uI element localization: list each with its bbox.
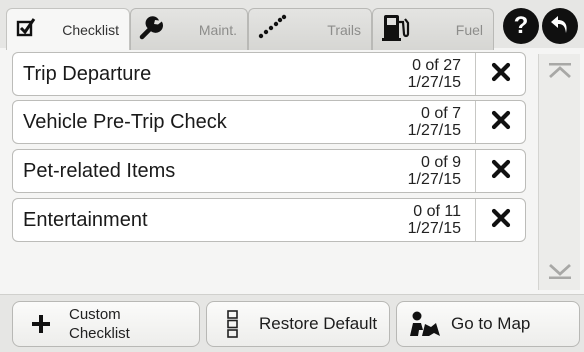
- go-to-map-label: Go to Map: [451, 314, 531, 333]
- checklist-date: 1/27/15: [407, 171, 461, 188]
- fuel-pump-icon: [381, 12, 411, 47]
- checklist-title: Trip Departure: [23, 62, 152, 85]
- checklist-date: 1/27/15: [407, 220, 461, 237]
- map-person-icon: [407, 310, 443, 338]
- checklist-meta: 0 of 7 1/27/15: [403, 105, 475, 139]
- checklist-row[interactable]: Pet-related Items 0 of 9 1/27/15: [12, 149, 526, 193]
- tab-maint[interactable]: Maint.: [130, 8, 248, 50]
- checklist-progress: 0 of 7: [420, 105, 461, 122]
- tab-label: Trails: [327, 21, 361, 38]
- checklist-meta: 0 of 9 1/27/15: [403, 154, 475, 188]
- checklist-title: Vehicle Pre-Trip Check: [23, 110, 227, 133]
- custom-label-line1: Custom: [69, 306, 121, 323]
- checklist-meta: 0 of 27 1/27/15: [403, 57, 475, 91]
- trail-dots-icon: [257, 14, 287, 45]
- back-button[interactable]: [542, 8, 578, 44]
- checkbox-icon: [15, 16, 37, 43]
- scroll-up-button[interactable]: [545, 60, 575, 86]
- scroll-top-icon: [547, 61, 573, 86]
- help-button[interactable]: ?: [503, 8, 539, 44]
- close-icon: [491, 159, 511, 184]
- tab-checklist[interactable]: Checklist: [6, 8, 130, 50]
- checklist-title: Entertainment: [23, 208, 148, 231]
- tab-label: Fuel: [455, 21, 483, 38]
- checklist-title: Pet-related Items: [23, 159, 176, 182]
- help-label: ?: [513, 12, 529, 39]
- back-arrow-icon: [549, 13, 571, 40]
- delete-button[interactable]: [475, 53, 525, 95]
- scroll-down-button[interactable]: [545, 260, 575, 286]
- delete-button[interactable]: [475, 199, 525, 241]
- scrollbar[interactable]: [538, 54, 580, 290]
- checklist-date: 1/27/15: [407, 122, 461, 139]
- list-restore-icon: [215, 309, 251, 339]
- go-to-map-button[interactable]: Go to Map: [396, 301, 580, 347]
- custom-label-line2: Checklist: [69, 325, 130, 342]
- close-icon: [491, 110, 511, 135]
- custom-checklist-button[interactable]: Custom Checklist: [12, 301, 200, 347]
- close-icon: [491, 208, 511, 233]
- delete-button[interactable]: [475, 150, 525, 192]
- checklist-row[interactable]: Vehicle Pre-Trip Check 0 of 7 1/27/15: [12, 100, 526, 144]
- custom-checklist-label: Custom Checklist: [69, 305, 130, 343]
- tab-trails[interactable]: Trails: [248, 8, 372, 50]
- plus-icon: [23, 313, 59, 335]
- checklist-meta: 0 of 11 1/27/15: [403, 203, 475, 237]
- tab-label: Maint.: [198, 21, 237, 38]
- restore-default-label: Restore Default: [259, 314, 378, 333]
- tab-bar: Checklist Maint. Trails Fuel ?: [0, 0, 584, 50]
- restore-default-button[interactable]: Restore Default: [206, 301, 390, 347]
- bottom-toolbar: Custom Checklist Restore Default Go to M…: [0, 294, 584, 352]
- scroll-bottom-icon: [547, 261, 573, 286]
- checklist-progress: 0 of 27: [412, 57, 461, 74]
- tab-label: Checklist: [62, 21, 119, 38]
- wrench-icon: [139, 14, 165, 45]
- tab-fuel[interactable]: Fuel: [372, 8, 494, 50]
- delete-button[interactable]: [475, 101, 525, 143]
- checklist-row[interactable]: Trip Departure 0 of 27 1/27/15: [12, 52, 526, 96]
- checklist-date: 1/27/15: [407, 74, 461, 91]
- checklist-row[interactable]: Entertainment 0 of 11 1/27/15: [12, 198, 526, 242]
- close-icon: [491, 62, 511, 87]
- checklist-progress: 0 of 9: [420, 154, 461, 171]
- checklist-progress: 0 of 11: [413, 203, 461, 220]
